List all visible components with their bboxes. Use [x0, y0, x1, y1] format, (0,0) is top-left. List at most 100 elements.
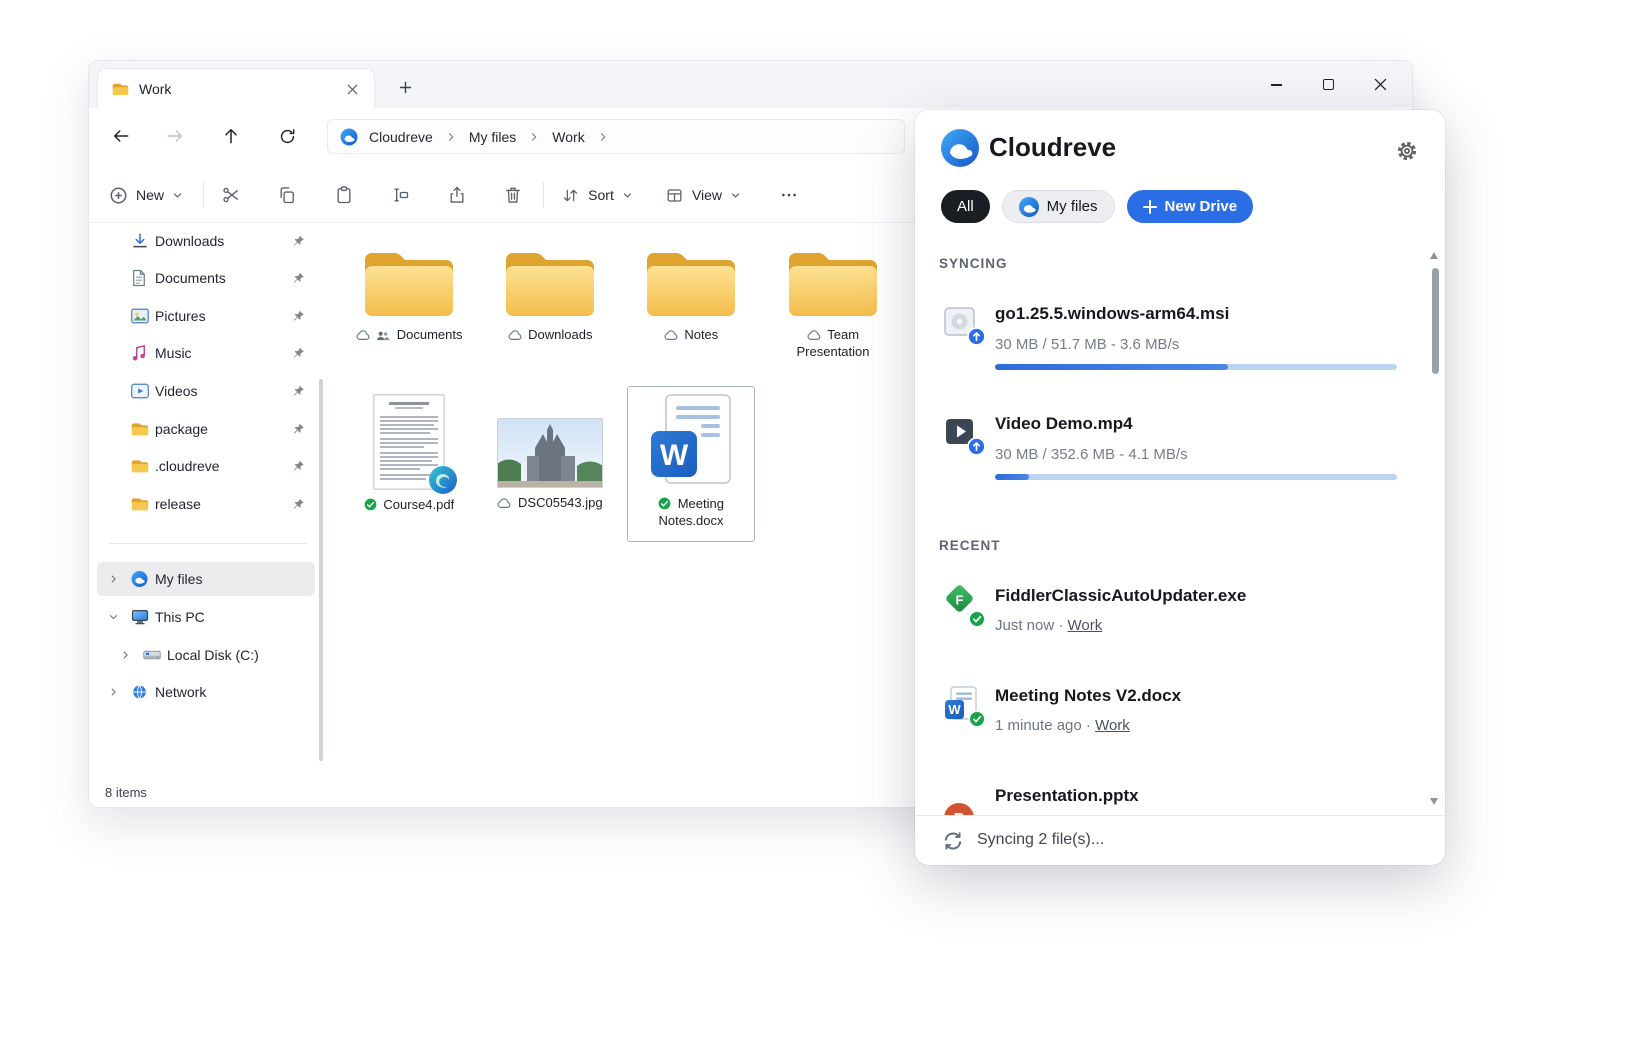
- sync-file-name: go1.25.5.windows-arm64.msi: [995, 304, 1229, 324]
- file-tile-meeting-notes-docx[interactable]: W Meeting Notes.docx: [627, 386, 755, 542]
- cloud-upload-badge-icon: [967, 437, 986, 456]
- status-bar-items-count: 8 items: [105, 785, 147, 800]
- paste-icon: [334, 185, 354, 205]
- pin-icon: [292, 460, 305, 473]
- sidebar-item-music[interactable]: Music: [97, 336, 315, 370]
- chevron-right-icon: [596, 130, 610, 144]
- sidebar-item-cloudreve-folder[interactable]: .cloudreve: [97, 449, 315, 483]
- svg-text:F: F: [956, 593, 964, 608]
- folder-tile-downloads[interactable]: Downloads: [486, 236, 614, 386]
- folder-icon: [112, 82, 129, 96]
- pin-icon: [292, 272, 305, 285]
- cut-button[interactable]: [209, 177, 253, 213]
- sync-item-msi[interactable]: go1.25.5.windows-arm64.msi 30 MB / 51.7 …: [915, 298, 1445, 398]
- videos-icon: [131, 384, 149, 399]
- recent-item-presentation[interactable]: P Presentation.pptx: [915, 780, 1445, 815]
- folder-tile-notes[interactable]: Notes: [627, 236, 755, 386]
- more-icon: [780, 186, 798, 204]
- breadcrumb-cloudreve[interactable]: Cloudreve: [364, 127, 438, 147]
- document-icon: [131, 269, 147, 287]
- progress-fill: [995, 364, 1228, 370]
- pin-icon: [292, 347, 305, 360]
- recent-item-fiddler[interactable]: F FiddlerClassicAutoUpdater.exe Just now…: [915, 580, 1445, 680]
- folder-tile-documents[interactable]: Documents: [345, 236, 473, 386]
- cloud-upload-badge-icon: [967, 327, 986, 346]
- sidebar-item-documents[interactable]: Documents: [97, 261, 315, 295]
- scrollbar-up-arrow[interactable]: [1430, 252, 1438, 259]
- view-button[interactable]: View: [657, 177, 749, 213]
- folder-tile-team-presentation[interactable]: Team Presentation: [769, 236, 897, 386]
- sidebar-item-package[interactable]: package: [97, 412, 315, 446]
- pin-icon: [292, 235, 305, 248]
- copy-button[interactable]: [265, 177, 309, 213]
- sort-icon: [561, 186, 580, 205]
- sidebar-item-downloads[interactable]: Downloads: [97, 224, 315, 258]
- chip-my-files[interactable]: My files: [1002, 190, 1115, 223]
- meta-separator: ·: [1086, 717, 1091, 734]
- edge-browser-icon: [428, 465, 458, 495]
- sidebar-item-my-files[interactable]: My files: [97, 562, 315, 596]
- new-button[interactable]: New: [101, 177, 191, 213]
- rename-button[interactable]: [378, 177, 422, 213]
- file-tile-course4-pdf[interactable]: Course4.pdf: [345, 386, 473, 542]
- divider: [109, 543, 307, 544]
- sidebar-item-network[interactable]: Network: [97, 675, 315, 709]
- up-button[interactable]: [211, 118, 251, 154]
- breadcrumb-my-files[interactable]: My files: [464, 127, 521, 147]
- cut-icon: [221, 185, 241, 205]
- fiddler-app-icon: F: [941, 584, 981, 624]
- recent-location-link[interactable]: Work: [1068, 617, 1103, 634]
- cloud-status-icon: [807, 329, 821, 341]
- cloudreve-sync-panel: Cloudreve All My files New Drive SYNCING…: [915, 110, 1445, 865]
- new-tab-button[interactable]: [393, 75, 417, 99]
- address-bar[interactable]: Cloudreve My files Work: [327, 119, 905, 154]
- breadcrumb-work[interactable]: Work: [547, 127, 589, 147]
- new-button-label: New: [136, 187, 164, 203]
- sync-spinner-icon: [941, 829, 965, 853]
- sidebar-item-local-disk[interactable]: Local Disk (C:): [97, 638, 315, 672]
- recent-section-header: RECENT: [939, 538, 1001, 553]
- minimize-button[interactable]: [1250, 63, 1302, 106]
- maximize-button[interactable]: [1302, 63, 1354, 106]
- cloud-status-icon: [356, 329, 370, 341]
- folder-name: Notes: [684, 327, 718, 342]
- divider: [543, 182, 544, 208]
- scrollbar-down-arrow[interactable]: [1430, 798, 1438, 805]
- chip-all[interactable]: All: [941, 190, 990, 223]
- more-options-button[interactable]: [769, 177, 809, 213]
- sort-button[interactable]: Sort: [553, 177, 641, 213]
- sidebar-item-release[interactable]: release: [97, 487, 315, 521]
- file-tile-dsc05543-jpg[interactable]: DSC05543.jpg: [486, 386, 614, 542]
- folder-icon: [502, 246, 598, 320]
- svg-text:W: W: [948, 702, 961, 717]
- sidebar-item-videos[interactable]: Videos: [97, 374, 315, 408]
- tab-work[interactable]: Work: [97, 68, 375, 109]
- close-button[interactable]: [1354, 63, 1406, 106]
- music-icon: [131, 344, 147, 362]
- recent-location-link[interactable]: Work: [1095, 717, 1130, 734]
- sync-status-text: Syncing 2 file(s)...: [977, 831, 1104, 849]
- tab-close-icon[interactable]: [340, 77, 364, 101]
- paste-button[interactable]: [322, 177, 366, 213]
- forward-button[interactable]: [155, 118, 195, 154]
- refresh-button[interactable]: [267, 118, 307, 154]
- plus-icon: [1143, 200, 1157, 214]
- copy-icon: [277, 185, 297, 205]
- sidebar-scrollbar[interactable]: [319, 379, 323, 761]
- back-button[interactable]: [101, 118, 141, 154]
- new-drive-button[interactable]: New Drive: [1127, 190, 1254, 223]
- cloud-status-icon: [497, 497, 511, 509]
- progress-bar: [995, 364, 1397, 370]
- sidebar-item-pictures[interactable]: Pictures: [97, 299, 315, 333]
- scrollbar-thumb[interactable]: [1432, 268, 1439, 374]
- settings-button[interactable]: [1393, 137, 1421, 165]
- word-file-icon: W: [941, 684, 981, 724]
- recent-item-meeting-notes[interactable]: W Meeting Notes V2.docx 1 minute ago · W…: [915, 680, 1445, 780]
- sync-item-video[interactable]: Video Demo.mp4 30 MB / 352.6 MB - 4.1 MB…: [915, 408, 1445, 508]
- share-button[interactable]: [435, 177, 479, 213]
- chevron-right-icon: [444, 130, 458, 144]
- chevron-down-icon: [730, 190, 741, 201]
- delete-button[interactable]: [491, 177, 535, 213]
- filter-chips: All My files New Drive: [941, 190, 1253, 223]
- sidebar-item-this-pc[interactable]: This PC: [97, 600, 315, 634]
